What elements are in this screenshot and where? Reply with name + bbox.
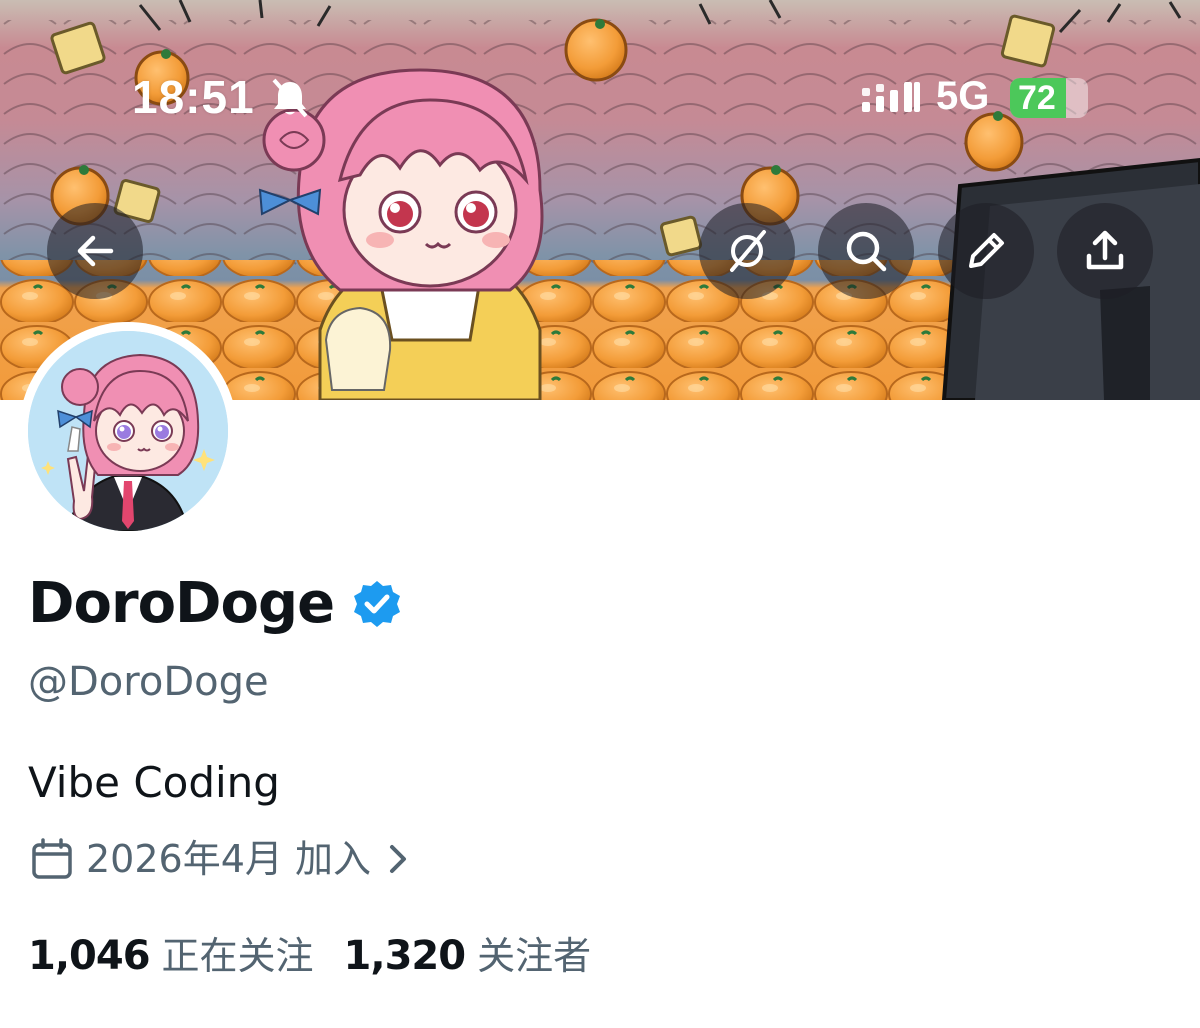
followers-count: 1,320 — [343, 933, 467, 979]
battery-level: 72 — [1018, 79, 1056, 117]
share-button[interactable] — [1057, 203, 1153, 299]
status-bar: 18:51 5G 72 — [0, 0, 1200, 200]
followers-label: 关注者 — [477, 934, 592, 978]
edit-button[interactable] — [938, 203, 1034, 299]
search-icon — [846, 231, 887, 272]
following-link[interactable]: 1,046 正在关注 — [28, 926, 314, 986]
verified-badge-icon[interactable] — [352, 579, 402, 629]
search-button[interactable] — [818, 203, 914, 299]
profile-bio: Vibe Coding — [28, 758, 280, 807]
battery-indicator: 72 — [1010, 78, 1088, 118]
avatar-image — [28, 331, 228, 531]
back-button[interactable] — [47, 203, 143, 299]
arrow-left-icon — [77, 235, 114, 267]
followers-link[interactable]: 1,320 关注者 — [344, 926, 592, 986]
share-icon — [1086, 230, 1124, 270]
bell-muted-icon — [272, 78, 308, 118]
joined-date: 2026年4月 加入 — [86, 837, 371, 881]
network-type: 5G — [936, 74, 990, 118]
signal-icon — [862, 82, 920, 112]
display-name-row: DoroDoge — [28, 570, 402, 638]
following-count: 1,046 — [28, 933, 151, 979]
status-time: 18:51 — [132, 71, 255, 123]
grok-icon — [730, 230, 766, 272]
following-label: 正在关注 — [161, 934, 314, 978]
display-name: DoroDoge — [28, 571, 335, 636]
grok-button[interactable] — [699, 203, 795, 299]
chevron-right-icon — [389, 845, 406, 873]
pencil-icon — [969, 233, 1004, 268]
joined-date-row[interactable]: 2026年4月 加入 — [30, 832, 411, 886]
profile-avatar[interactable] — [19, 322, 237, 540]
user-handle: @DoroDoge — [28, 659, 269, 705]
calendar-icon — [32, 838, 72, 879]
follow-stats: 1,046 正在关注 1,320 关注者 — [28, 926, 591, 986]
